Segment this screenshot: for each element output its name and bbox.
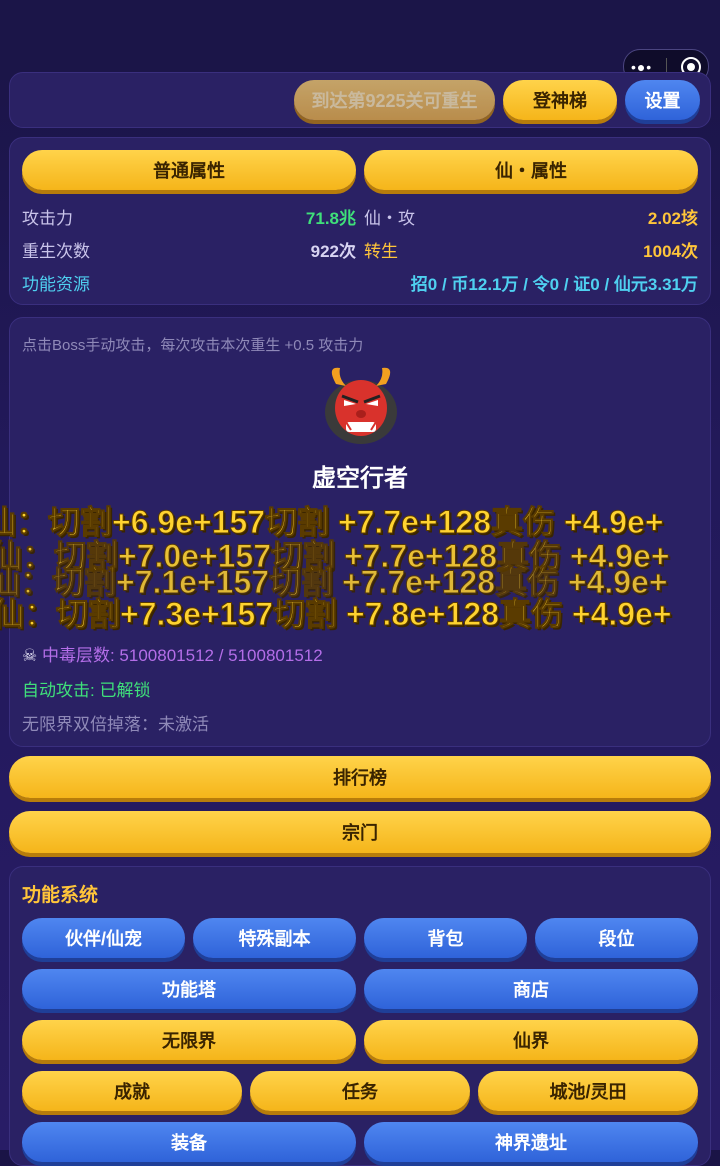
function-tower-button[interactable]: 功能塔 <box>22 969 356 1009</box>
special-dungeon-button[interactable]: 特殊副本 <box>193 918 356 958</box>
tab-normal-attributes[interactable]: 普通属性 <box>22 150 356 190</box>
reincarnation-value: 1004次 <box>643 242 698 261</box>
divine-ruins-button[interactable]: 神界遗址 <box>364 1122 698 1162</box>
sect-button[interactable]: 宗门 <box>9 811 711 853</box>
resources-value: 招0 / 币12.1万 / 令0 / 证0 / 仙元3.31万 <box>410 275 698 294</box>
features-card <box>9 866 711 1166</box>
top-bar <box>0 0 720 80</box>
infinite-realm-button[interactable]: 无限界 <box>22 1020 356 1060</box>
equipment-button[interactable]: 装备 <box>22 1122 356 1162</box>
rebirth-count-value: 922次 <box>310 242 356 261</box>
companion-pet-button[interactable]: 伙伴/仙宠 <box>22 918 185 958</box>
features-title: 功能系统 <box>22 885 99 906</box>
tasks-button[interactable]: 任务 <box>250 1071 470 1111</box>
skull-icon: ☠ <box>22 646 38 665</box>
boss-name: 虚空行者 <box>312 465 408 492</box>
leaderboard-button[interactable]: 排行榜 <box>9 756 711 798</box>
rank-tier-button[interactable]: 段位 <box>535 918 698 958</box>
resources-label: 功能资源 <box>22 275 90 294</box>
immortal-attack-value: 2.02垓 <box>647 209 698 228</box>
attack-row: 攻击力 71.8兆 仙・攻 2.02垓 <box>22 204 698 230</box>
city-field-button[interactable]: 城池/灵田 <box>478 1071 698 1111</box>
ladder-button[interactable]: 登神梯 <box>503 80 617 120</box>
damage-popups: 仙：切割+6.9e+157切割 +7.7e+128真伤 +4.9e+ 仙：切割+… <box>0 495 720 635</box>
damage-popup-4: 仙：切割+7.3e+157切割 +7.8e+128真伤 +4.9e+ <box>0 596 672 633</box>
attack-value: 71.8兆 <box>305 209 356 228</box>
immortal-attack-label: 仙・攻 <box>364 209 415 228</box>
rebirth-row: 重生次数 922次 转生 1004次 <box>22 237 698 263</box>
rebirth-count-label: 重生次数 <box>22 242 90 261</box>
achievements-button[interactable]: 成就 <box>22 1071 242 1111</box>
tab-immortal-attributes[interactable]: 仙・属性 <box>364 150 698 190</box>
double-drop-status: 无限界双倍掉落：未激活 <box>22 715 209 734</box>
rebirth-hint-button[interactable]: 到达第9225关可重生 <box>294 80 495 120</box>
settings-button[interactable]: 设置 <box>625 80 700 120</box>
backpack-button[interactable]: 背包 <box>364 918 527 958</box>
auto-attack-status: 自动攻击: 已解锁 <box>22 681 151 700</box>
poison-stacks: ☠ 中毒层数: 5100801512 / 5100801512 <box>22 641 323 666</box>
attack-label: 攻击力 <box>22 209 73 228</box>
resources-row: 功能资源 招0 / 币12.1万 / 令0 / 证0 / 仙元3.31万 <box>22 270 698 296</box>
immortal-realm-button[interactable]: 仙界 <box>364 1020 698 1060</box>
poison-stacks-text: 中毒层数: 5100801512 / 5100801512 <box>41 646 323 665</box>
shop-button[interactable]: 商店 <box>364 969 698 1009</box>
oni-boss-icon[interactable] <box>318 362 404 448</box>
reincarnation-label: 转生 <box>364 242 398 261</box>
boss-hint: 点击Boss手动攻击，每次攻击本次重生 +0.5 攻击力 <box>22 337 364 354</box>
